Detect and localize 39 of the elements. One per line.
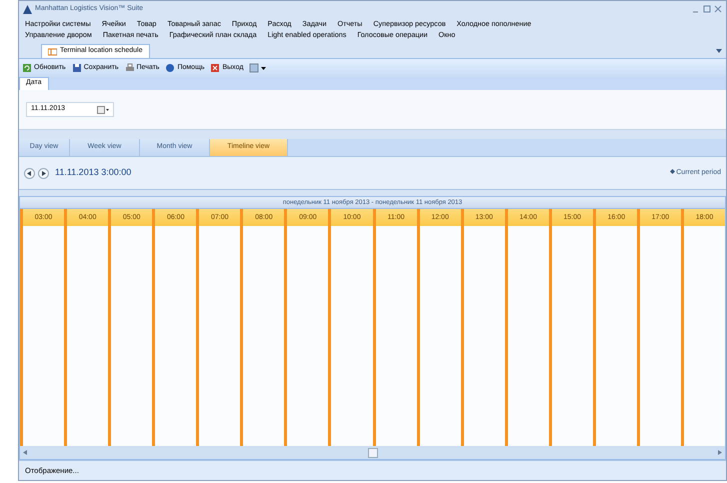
next-button[interactable]	[38, 168, 49, 178]
scrollbar-thumb[interactable]	[368, 448, 378, 458]
time-slot[interactable]	[592, 226, 637, 446]
diamond-icon	[670, 169, 676, 174]
time-slot[interactable]	[680, 226, 725, 446]
time-slot[interactable]	[20, 226, 64, 446]
time-slot[interactable]	[548, 226, 593, 446]
scroll-right-icon[interactable]	[718, 450, 722, 455]
warning-icon	[23, 4, 32, 14]
time-slot[interactable]	[108, 226, 152, 446]
caret-icon	[261, 66, 266, 70]
left-arrow-icon	[27, 170, 32, 176]
previous-button[interactable]	[24, 168, 35, 178]
dropdown-icon[interactable]	[716, 48, 722, 52]
time-slot[interactable]	[372, 226, 417, 446]
right-arrow-icon	[41, 170, 46, 176]
close-icon[interactable]	[714, 5, 722, 13]
refresh-icon	[22, 63, 32, 73]
maximize-icon[interactable]	[703, 5, 711, 13]
time-slot[interactable]	[636, 226, 681, 446]
help-icon	[165, 63, 176, 73]
time-slot[interactable]	[328, 226, 372, 446]
time-slot[interactable]	[240, 226, 284, 446]
time-slot[interactable]	[152, 226, 196, 446]
calendar-icon	[97, 106, 109, 114]
time-slot[interactable]	[416, 226, 461, 446]
exit-icon	[210, 63, 220, 73]
printer-icon	[124, 63, 134, 73]
grid-icon	[249, 63, 260, 73]
schedule-icon	[48, 48, 57, 56]
time-slot[interactable]	[284, 226, 328, 446]
save-icon	[72, 63, 82, 73]
time-slot[interactable]	[196, 226, 240, 446]
time-slot[interactable]	[504, 226, 549, 446]
time-slot[interactable]	[64, 226, 108, 446]
time-slot[interactable]	[460, 226, 505, 446]
scroll-left-icon[interactable]	[23, 450, 27, 455]
options-dropdown[interactable]	[249, 63, 266, 73]
current-date: 11.11.2013 3:00:00	[55, 166, 132, 180]
